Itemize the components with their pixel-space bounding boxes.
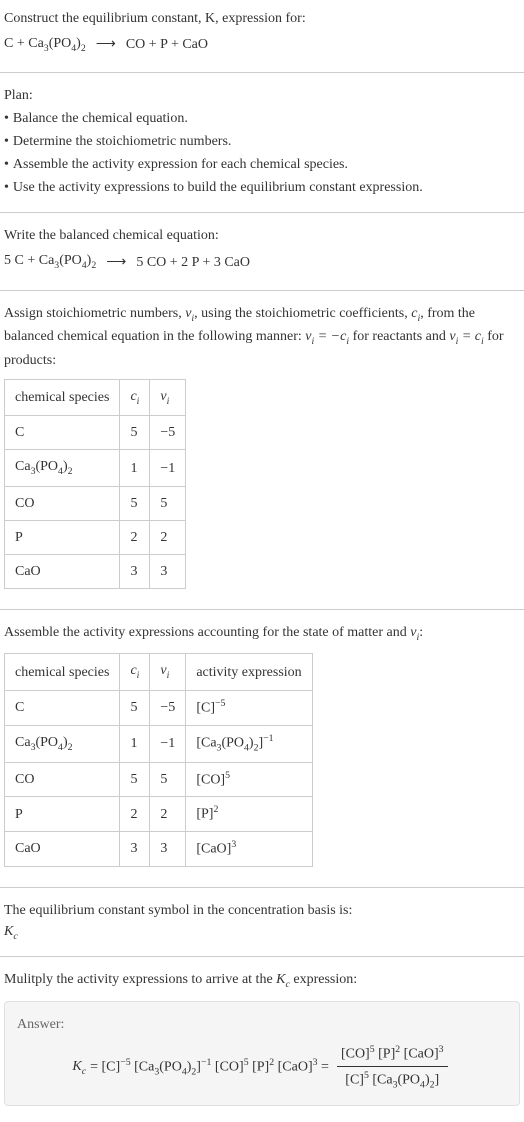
table-header: ci: [120, 654, 150, 690]
table-header: chemical species: [5, 379, 120, 415]
table-row: C 5 −5: [5, 416, 186, 450]
plan-item: •Assemble the activity expression for ea…: [4, 154, 520, 175]
symbol-text: The equilibrium constant symbol in the c…: [4, 900, 520, 921]
activity-table: chemical species ci νi activity expressi…: [4, 653, 313, 866]
balanced-equation: 5 C + Ca3(PO4)2 ⟶ 5 CO + 2 P + 3 CaO: [4, 250, 520, 273]
arrow-icon: ⟶: [106, 252, 126, 273]
header-prompt: Construct the equilibrium constant, K, e…: [4, 8, 520, 29]
plan-item: •Balance the chemical equation.: [4, 108, 520, 129]
header-section: Construct the equilibrium constant, K, e…: [0, 0, 524, 68]
table-header: ci: [120, 379, 150, 415]
table-header: activity expression: [186, 654, 312, 690]
plan-title: Plan:: [4, 85, 520, 106]
table-row: CaO 3 3: [5, 554, 186, 588]
table-row: CO 5 5 [CO]5: [5, 762, 313, 797]
assemble-section: Assemble the activity expressions accoun…: [0, 614, 524, 883]
plan-section: Plan: •Balance the chemical equation. •D…: [0, 77, 524, 208]
kc-symbol: Kc: [4, 921, 520, 944]
table-header-row: chemical species ci νi activity expressi…: [5, 654, 313, 690]
divider: [0, 956, 524, 957]
balanced-equation-right: 5 CO + 2 P + 3 CaO: [136, 252, 250, 273]
table-header: νi: [150, 379, 186, 415]
table-row: Ca3(PO4)2 1 −1: [5, 450, 186, 486]
numerator: [CO]5 [P]2 [CaO]3: [337, 1043, 448, 1068]
stoichiometric-table: chemical species ci νi C 5 −5 Ca3(PO4)2 …: [4, 379, 186, 589]
table-row: Ca3(PO4)2 1 −1 [Ca3(PO4)2]−1: [5, 725, 313, 762]
divider: [0, 72, 524, 73]
balanced-section: Write the balanced chemical equation: 5 …: [0, 217, 524, 285]
divider: [0, 887, 524, 888]
symbol-section: The equilibrium constant symbol in the c…: [0, 892, 524, 952]
header-equation: C + Ca3(PO4)2 ⟶ CO + P + CaO: [4, 33, 520, 56]
table-row: P 2 2: [5, 520, 186, 554]
assemble-text: Assemble the activity expressions accoun…: [4, 622, 520, 645]
table-row: CO 5 5: [5, 486, 186, 520]
answer-box: Answer: Kc = [C]−5 [Ca3(PO4)2]−1 [CO]5 […: [4, 1001, 520, 1107]
denominator: [C]5 [Ca3(PO4)2]: [341, 1067, 443, 1093]
table-row: P 2 2 [P]2: [5, 797, 313, 832]
header-equation-right: CO + P + CaO: [126, 34, 208, 55]
balanced-title: Write the balanced chemical equation:: [4, 225, 520, 246]
fraction: [CO]5 [P]2 [CaO]3 [C]5 [Ca3(PO4)2]: [337, 1043, 448, 1094]
multiply-text: Mulitply the activity expressions to arr…: [4, 969, 520, 992]
plan-item: •Use the activity expressions to build t…: [4, 177, 520, 198]
table-header: chemical species: [5, 654, 120, 690]
assign-section: Assign stoichiometric numbers, νi, using…: [0, 295, 524, 605]
answer-content: Kc = [C]−5 [Ca3(PO4)2]−1 [CO]5 [P]2 [CaO…: [17, 1043, 507, 1094]
divider: [0, 212, 524, 213]
plan-item: •Determine the stoichiometric numbers.: [4, 131, 520, 152]
table-row: C 5 −5 [C]−5: [5, 690, 313, 725]
table-row: CaO 3 3 [CaO]3: [5, 831, 313, 866]
divider: [0, 609, 524, 610]
table-header-row: chemical species ci νi: [5, 379, 186, 415]
arrow-icon: ⟶: [96, 34, 116, 55]
header-line1: Construct the equilibrium constant, K, e…: [4, 11, 306, 26]
divider: [0, 290, 524, 291]
assign-text: Assign stoichiometric numbers, νi, using…: [4, 303, 520, 371]
multiply-section: Mulitply the activity expressions to arr…: [0, 961, 524, 1122]
table-header: νi: [150, 654, 186, 690]
